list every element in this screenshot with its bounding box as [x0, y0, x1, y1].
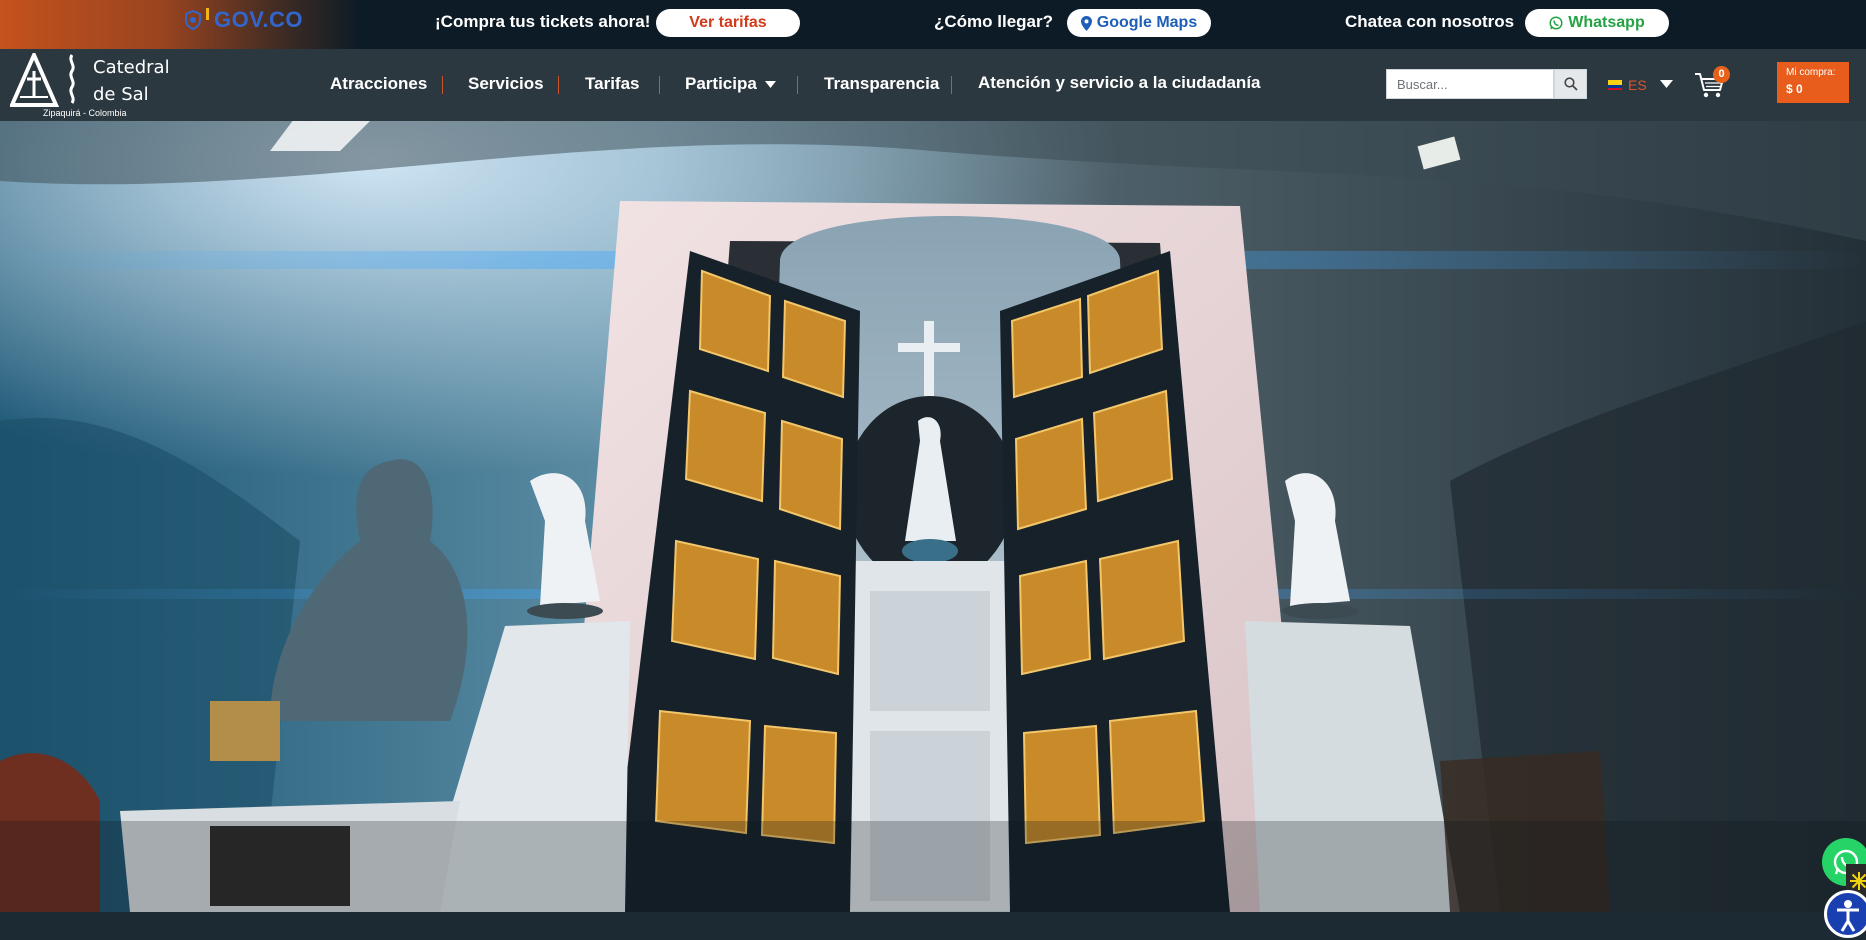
- search-form: [1386, 69, 1587, 101]
- search-input[interactable]: [1386, 69, 1554, 99]
- hero-cathedral-image: [0, 121, 1866, 912]
- brand-logo[interactable]: Catedral de Sal Zipaquirá - Colombia: [10, 51, 170, 119]
- purchase-amount: $ 0: [1786, 82, 1803, 96]
- chat-prompt: Chatea con nosotros: [1345, 12, 1515, 31]
- nav-separator: [442, 76, 443, 94]
- nav-transparencia[interactable]: Transparencia: [824, 74, 939, 94]
- accessibility-button[interactable]: [1824, 890, 1866, 938]
- cart-count-badge: 0: [1713, 66, 1730, 83]
- nav-tarifas[interactable]: Tarifas: [585, 74, 640, 94]
- google-maps-label: Google Maps: [1096, 14, 1198, 31]
- gov-accent-bar: [206, 8, 209, 20]
- gov-co-logo[interactable]: GOV.CO: [184, 6, 303, 34]
- language-code: ES: [1628, 77, 1647, 93]
- nav-atencion[interactable]: Atención y servicio a la ciudadanía: [978, 73, 1261, 93]
- nav-servicios[interactable]: Servicios: [468, 74, 544, 94]
- accessibility-icon: [1837, 900, 1859, 932]
- brand-name-line1: Catedral: [93, 57, 170, 78]
- directions-prompt: ¿Cómo llegar?: [934, 12, 1054, 31]
- nav-separator: [951, 76, 952, 94]
- nav-separator: [558, 76, 559, 94]
- buy-tickets-prompt: ¡Compra tus tickets ahora!: [435, 12, 651, 31]
- nav-participa-label: Participa: [685, 74, 757, 93]
- map-pin-icon: [1080, 15, 1092, 31]
- brand-name-line2: de Sal: [93, 84, 149, 105]
- logo-icon: [10, 53, 75, 107]
- chevron-down-icon[interactable]: [1660, 80, 1673, 88]
- nav-atracciones[interactable]: Atracciones: [330, 74, 427, 94]
- purchase-label: Mi compra:: [1786, 67, 1836, 78]
- my-purchase-button[interactable]: Mi compra: $ 0: [1777, 62, 1849, 103]
- colombia-flag-icon: [1608, 80, 1622, 90]
- language-selector[interactable]: ES: [1608, 76, 1647, 94]
- search-button[interactable]: [1554, 69, 1587, 99]
- gov-shield-icon: [185, 10, 201, 30]
- search-icon: [1563, 77, 1578, 91]
- ver-tarifas-label: Ver tarifas: [689, 14, 767, 31]
- whatsapp-label: Whatsapp: [1568, 14, 1645, 31]
- chevron-down-icon: [764, 81, 776, 89]
- gov-banner: GOV.CO: [0, 0, 360, 49]
- gov-co-text: GOV.CO: [214, 7, 303, 32]
- google-maps-button[interactable]: Google Maps: [1067, 9, 1211, 37]
- whatsapp-button[interactable]: Whatsapp: [1525, 9, 1669, 37]
- hero-banner: [0, 121, 1866, 912]
- whatsapp-icon: [1549, 16, 1563, 30]
- ver-tarifas-button[interactable]: Ver tarifas: [656, 9, 800, 37]
- brand-name: Catedral de Sal: [93, 54, 173, 108]
- nav-separator: [659, 76, 660, 94]
- spark-icon: [1850, 872, 1866, 890]
- nav-participa[interactable]: Participa: [685, 74, 776, 94]
- nav-separator: [797, 76, 798, 94]
- brand-location: Zipaquirá - Colombia: [43, 108, 127, 118]
- top-bar: GOV.CO ¡Compra tus tickets ahora! Ver ta…: [0, 0, 1866, 49]
